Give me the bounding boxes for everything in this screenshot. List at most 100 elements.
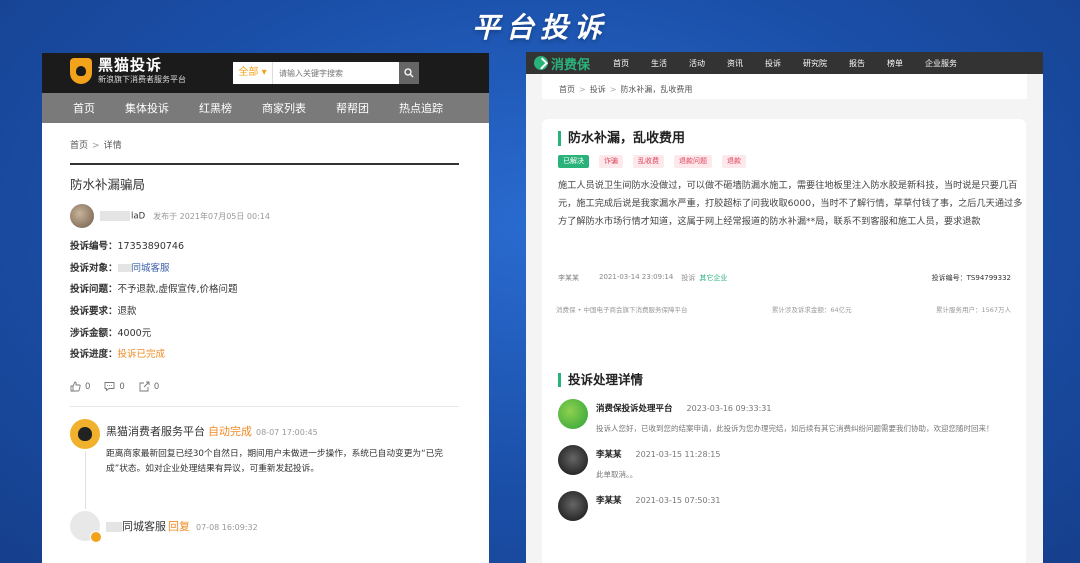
thumbs-up-icon [70,381,81,392]
reply-time: 07-08 16:09:32 [196,523,258,533]
field-amount: 涉诉金额：4000元 [70,327,152,339]
complainant-name: 李某某 [558,274,579,282]
total-amount: 累计涉及诉求金额：64亿元 [771,306,852,314]
section-title: 投诉处理详情 [558,373,1010,387]
entry-time: 2021-03-15 07:50:31 [635,496,721,505]
heimao-complaint-panel: 黑猫投诉 新浪旗下消费者服务平台 全部 ▾ 首页 集体投诉 红黑榜 商家列表 帮… [42,53,489,563]
process-entry: 消费保投诉处理平台 2023-03-16 09:33:31 投诉人您好，已收到您的… [558,399,1010,435]
tag: 退款 [722,155,746,168]
reply-status: 回复 [168,520,190,534]
reply-item: 同城客服 回复 07-08 16:09:32 [70,511,461,544]
comment-icon [104,382,115,392]
complaint-number: 投诉编号：TS94799332 [931,274,1011,282]
field-complaint-request: 投诉要求：退款 [70,306,137,318]
page-title: 平台投诉 [471,11,608,44]
nav-events[interactable]: 活动 [689,58,705,69]
complaint-description: 施工人员说卫生间防水没做过，可以做不砸墙防漏水施工，需要往地板里注入防水胶是新科… [558,180,1023,227]
nav-home[interactable]: 首页 [613,58,629,69]
process-entry: 李某某 2021-03-15 11:28:15 此单取消。。 [558,445,1010,481]
reply-status: 自动完成 [208,425,252,439]
status-badge: 已解决 [558,155,589,168]
action-bar: 0 0 0 [70,381,461,392]
entry-text: 此单取消。。 [596,470,638,479]
complaint-time: 2021-03-14 23:09:14 [599,273,674,281]
total-users: 累计服务用户：1567万人 [935,306,1011,314]
breadcrumb-home[interactable]: 首页 [559,85,575,94]
top-bar: 消费保 首页 生活 活动 资讯 投诉 研究院 报告 榜单 企业服务 [526,52,1043,74]
complaint-meta: 李某某 2021-03-14 23:09:14 投诉 其它企业 投诉编号：TS9… [558,273,1011,283]
divider [70,406,459,408]
nav-home[interactable]: 首页 [73,100,95,116]
nav-rankings[interactable]: 榜单 [887,58,903,69]
entry-time: 2023-03-16 09:33:31 [686,404,772,413]
complaint-title: 防水补漏骗局 [70,177,146,192]
tag-list: 已解决 诈骗 乱收费 退款问题 退款 [558,155,1010,168]
nav-life[interactable]: 生活 [651,58,667,69]
nav-research[interactable]: 研究院 [803,58,827,69]
avatar [558,445,588,475]
comment-button[interactable]: 0 [104,381,125,392]
breadcrumb-complaints[interactable]: 投诉 [590,85,606,94]
search-input[interactable] [273,62,399,84]
tag: 退款问题 [674,155,712,168]
complaint-target-link[interactable]: 其它企业 [699,273,727,283]
tag: 诈骗 [599,155,623,168]
breadcrumb: 首页 > 投诉 > 防水补漏，乱收费用 [542,74,1027,99]
timeline-line [85,451,86,510]
field-complaint-target: 投诉对象： 同城客服 [70,262,170,274]
like-button[interactable]: 0 [70,381,90,392]
search-icon [404,68,414,78]
tag: 乱收费 [633,155,664,168]
share-button[interactable]: 0 [139,381,159,392]
author-row: laD 发布于 2021年07月05日 00:14 [70,204,461,228]
reply-time: 08-07 17:00:45 [256,428,318,438]
publish-time: 发布于 2021年07月05日 00:14 [153,211,270,221]
author-name[interactable]: laD [100,210,145,221]
search-scope-dropdown[interactable]: 全部 ▾ [233,62,273,84]
heimao-logo[interactable]: 黑猫投诉 新浪旗下消费者服务平台 [70,58,186,84]
merchant-avatar [70,511,102,544]
cat-shield-icon [70,58,92,84]
entry-author: 消费保投诉处理平台 [596,404,673,414]
complaint-target-link[interactable]: 同城客服 [132,263,170,274]
breadcrumb-home[interactable]: 首页 [70,141,88,151]
main-nav: 首页 集体投诉 红黑榜 商家列表 帮帮团 热点追踪 [42,93,489,123]
nav-merchant-list[interactable]: 商家列表 [262,100,306,116]
search-bar: 全部 ▾ [233,62,419,84]
complaint-card: 防水补漏，乱收费用 已解决 诈骗 乱收费 退款问题 退款 施工人员说卫生间防水没… [542,119,1026,393]
nav-hot-topics[interactable]: 热点追踪 [399,100,443,116]
avatar [558,491,588,521]
reply-text: 距离商家最新回复已经30个自然日，期间用户未做进一步操作，系统已自动变更为“已完… [106,449,443,475]
avatar[interactable] [70,204,94,228]
entry-author: 李某某 [596,450,622,460]
breadcrumb-current: 防水补漏，乱收费用 [620,85,693,94]
process-entry: 李某某 2021-03-15 07:50:31 [558,491,1010,521]
top-bar: 黑猫投诉 新浪旗下消费者服务平台 全部 ▾ [42,53,489,93]
xiaofeibao-logo[interactable]: 消费保 [534,54,590,73]
nav-complaints[interactable]: 投诉 [765,58,781,69]
breadcrumb: 首页 > 详情 [70,141,122,151]
field-progress: 投诉进度：投诉已完成 [70,349,166,361]
nav-news[interactable]: 资讯 [727,58,743,69]
field-complaint-number: 投诉编号：17353890746 [70,241,185,252]
nav-reports[interactable]: 报告 [849,58,865,69]
logo-subtitle: 新浪旗下消费者服务平台 [98,75,186,84]
nav-help-group[interactable]: 帮帮团 [336,100,369,116]
divider [70,163,459,165]
check-leaf-icon [534,56,548,70]
nav-red-black-list[interactable]: 红黑榜 [199,100,232,116]
complaint-details-card: 投诉处理详情 消费保投诉处理平台 2023-03-16 09:33:31 投诉人您… [542,357,1026,563]
platform-avatar [558,399,588,429]
nav-enterprise[interactable]: 企业服务 [925,58,957,69]
reply-author: 同城客服 [122,520,166,534]
heimao-platform-avatar [70,419,100,450]
complaint-fields: 投诉编号：17353890746 投诉对象： 同城客服 投诉问题：不予退款,虚假宣… [70,236,461,366]
platform-stats: 消费保 • 中国电子商会旗下消费服务保障平台 累计涉及诉求金额：64亿元 累计服… [556,304,1011,314]
nav-group-complaints[interactable]: 集体投诉 [125,100,169,116]
entry-time: 2021-03-15 11:28:15 [635,450,721,459]
status-badge: 投诉已完成 [117,349,166,361]
breadcrumb-current: 详情 [103,141,122,151]
entry-author: 李某某 [596,496,622,506]
platform-slogan: 消费保 • 中国电子商会旗下消费服务保障平台 [556,306,688,314]
search-button[interactable] [399,62,419,84]
